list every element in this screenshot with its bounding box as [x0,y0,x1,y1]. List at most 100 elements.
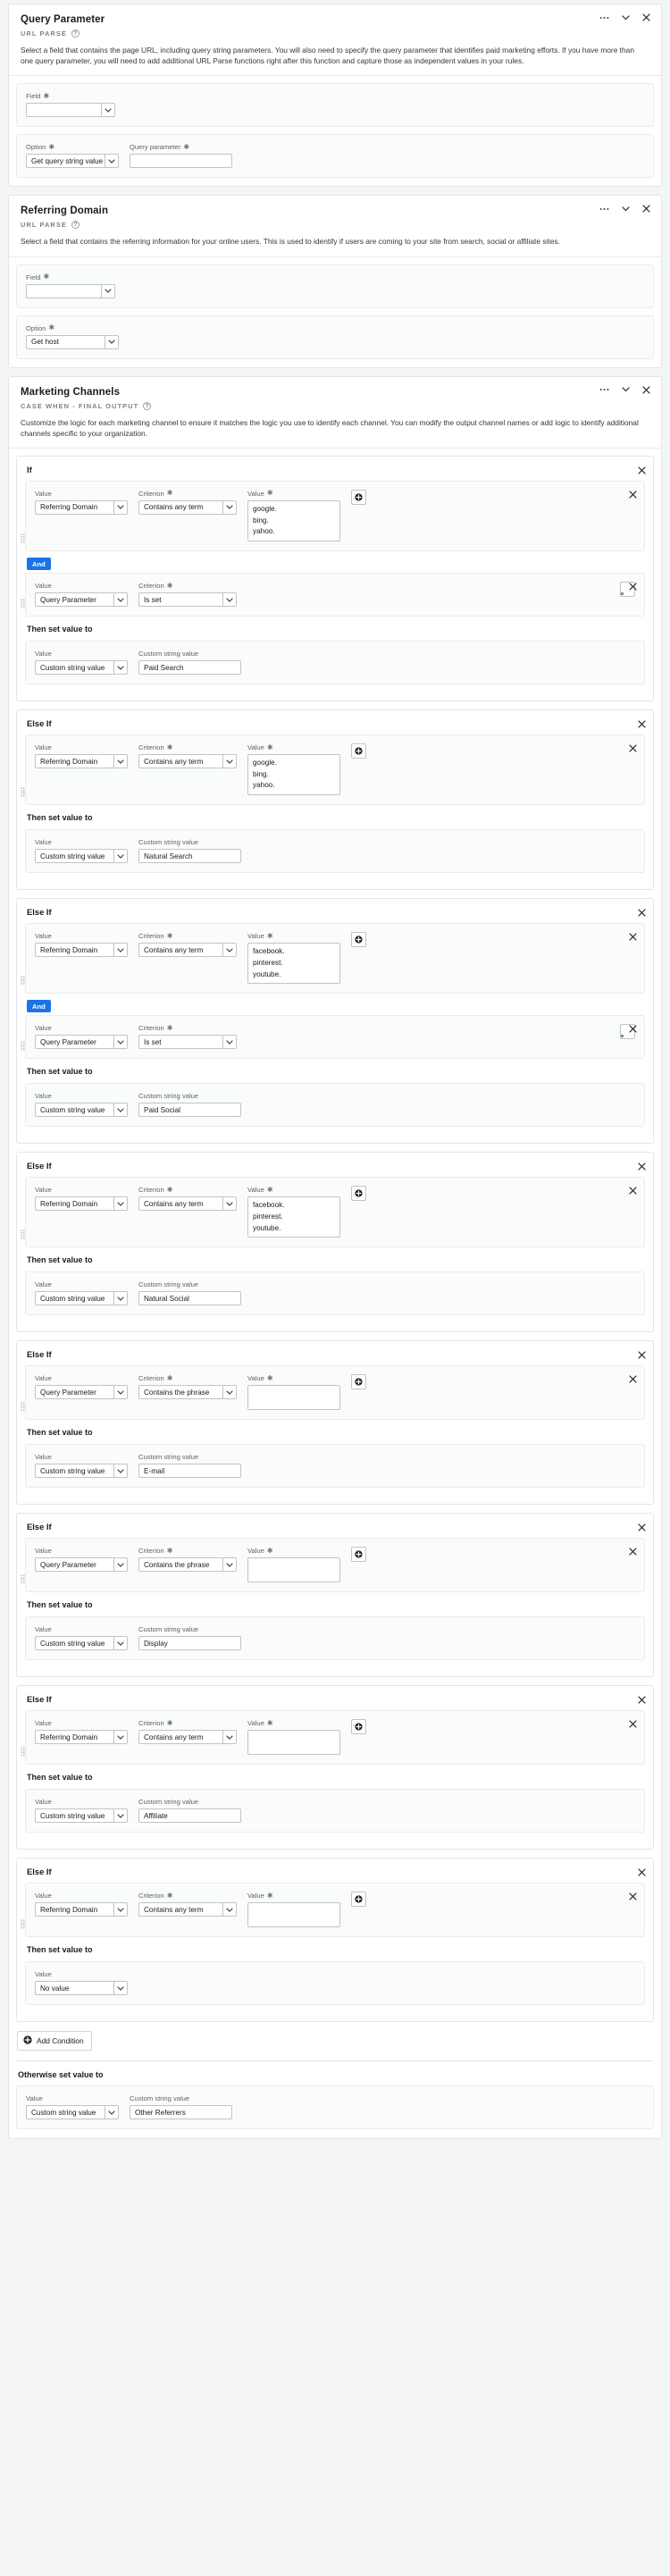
condition-value-select[interactable]: Referring Domain [35,1196,128,1212]
condition-criterion-select[interactable]: Is set [138,592,237,608]
then-value-select[interactable]: Custom string value [35,1636,128,1651]
close-icon[interactable] [638,1159,646,1175]
close-icon[interactable] [629,1889,637,1905]
chevron-down-icon[interactable] [622,206,630,212]
close-icon[interactable] [629,1183,637,1199]
condition-criterion-select[interactable]: Contains any term [138,1902,237,1917]
then-custom-string-input[interactable]: Natural Search [138,849,241,864]
add-value-button[interactable] [351,1719,366,1735]
condition-value-select[interactable]: Query Parameter [35,1035,128,1050]
condition-criterion-select[interactable]: Contains any term [138,754,237,769]
condition-criterion-select[interactable]: Contains any term [138,943,237,958]
drag-handle-icon[interactable] [21,533,25,544]
condition-value-select[interactable]: Query Parameter [35,592,128,608]
field-select[interactable] [26,103,115,118]
close-icon[interactable] [642,385,650,394]
condition-term-textarea[interactable] [247,1557,340,1583]
drag-handle-icon[interactable] [21,1574,25,1585]
help-icon[interactable]: ? [71,221,80,230]
condition-value-select[interactable]: Query Parameter [35,1557,128,1573]
close-icon[interactable] [629,1372,637,1388]
condition-value-select[interactable]: Query Parameter [35,1385,128,1400]
then-value-select[interactable]: Custom string value [35,660,128,675]
then-custom-string-input[interactable]: Paid Social [138,1103,241,1118]
drag-handle-icon[interactable] [21,1747,25,1758]
otherwise-custom-string-input[interactable]: Other Referrers [130,2105,232,2120]
drag-handle-icon[interactable] [21,1229,25,1240]
condition-criterion-select[interactable]: Contains any term [138,1196,237,1212]
more-horizontal-icon[interactable] [599,388,609,391]
close-icon[interactable] [642,205,650,213]
close-icon[interactable] [638,905,646,921]
close-icon[interactable] [629,929,637,945]
close-icon[interactable] [629,1021,637,1037]
condition-value-select[interactable]: Referring Domain [35,1902,128,1917]
condition-value-select[interactable]: Referring Domain [35,943,128,958]
condition-value-select[interactable]: Referring Domain [35,499,128,515]
add-condition-button[interactable]: Add Condition [17,2031,92,2052]
add-value-button[interactable] [351,932,366,948]
then-value-select[interactable]: No value [35,1981,128,1996]
condition-term-textarea[interactable] [247,1385,340,1411]
and-operator-button[interactable]: And [27,1000,51,1013]
option-select[interactable]: Get query string value [26,154,119,169]
condition-value-select[interactable]: Referring Domain [35,754,128,769]
add-value-button[interactable] [351,489,366,505]
close-icon[interactable] [642,13,650,21]
more-horizontal-icon[interactable] [599,16,609,20]
add-value-button[interactable] [351,743,366,759]
condition-criterion-select[interactable]: Contains any term [138,499,237,515]
close-icon[interactable] [629,579,637,595]
condition-term-textarea[interactable]: google. bing. yahoo. [247,754,340,796]
close-icon[interactable] [638,717,646,733]
add-value-button[interactable] [351,1547,366,1563]
condition-criterion-select[interactable]: Is set [138,1035,237,1050]
close-icon[interactable] [629,1544,637,1560]
drag-handle-icon[interactable] [21,976,25,986]
close-icon[interactable] [638,463,646,479]
drag-handle-icon[interactable] [21,1402,25,1413]
condition-value-select[interactable]: Referring Domain [35,1730,128,1745]
condition-criterion-select[interactable]: Contains the phrase [138,1385,237,1400]
condition-criterion-select[interactable]: Contains the phrase [138,1557,237,1573]
more-horizontal-icon[interactable] [599,207,609,211]
add-value-button[interactable] [351,1892,366,1908]
then-custom-string-input[interactable]: Paid Search [138,660,241,675]
and-operator-button[interactable]: And [27,558,51,571]
then-value-select[interactable]: Custom string value [35,1808,128,1824]
query-parameter-input[interactable] [130,154,232,169]
close-icon[interactable] [638,1347,646,1364]
drag-handle-icon[interactable] [21,1041,25,1052]
close-icon[interactable] [638,1865,646,1881]
condition-term-textarea[interactable]: facebook. pinterest. youtube. [247,943,340,985]
then-value-select[interactable]: Custom string value [35,849,128,864]
then-custom-string-input[interactable]: Affiliate [138,1808,241,1824]
otherwise-value-select[interactable]: Custom string value [26,2105,119,2120]
field-select[interactable] [26,283,115,298]
chevron-down-icon[interactable] [622,387,630,392]
then-value-select[interactable]: Custom string value [35,1291,128,1306]
condition-criterion-select[interactable]: Contains any term [138,1730,237,1745]
condition-term-textarea[interactable] [247,1902,340,1928]
then-value-select[interactable]: Custom string value [35,1464,128,1479]
add-value-button[interactable] [351,1374,366,1390]
close-icon[interactable] [629,741,637,757]
condition-term-textarea[interactable]: facebook. pinterest. youtube. [247,1196,340,1238]
condition-term-textarea[interactable]: google. bing. yahoo. [247,499,340,542]
help-icon[interactable]: ? [71,29,80,38]
drag-handle-icon[interactable] [21,1919,25,1930]
chevron-down-icon[interactable] [622,14,630,21]
add-value-button[interactable] [351,1186,366,1202]
help-icon[interactable]: ? [143,401,152,410]
then-value-select[interactable]: Custom string value [35,1103,128,1118]
drag-handle-icon[interactable] [21,599,25,609]
condition-term-textarea[interactable] [247,1730,340,1756]
close-icon[interactable] [638,1692,646,1708]
then-custom-string-input[interactable]: Natural Social [138,1291,241,1306]
option-select[interactable]: Get host [26,334,119,349]
then-custom-string-input[interactable]: Display [138,1636,241,1651]
close-icon[interactable] [629,487,637,503]
close-icon[interactable] [638,1520,646,1536]
then-custom-string-input[interactable]: E-mail [138,1464,241,1479]
drag-handle-icon[interactable] [21,787,25,798]
